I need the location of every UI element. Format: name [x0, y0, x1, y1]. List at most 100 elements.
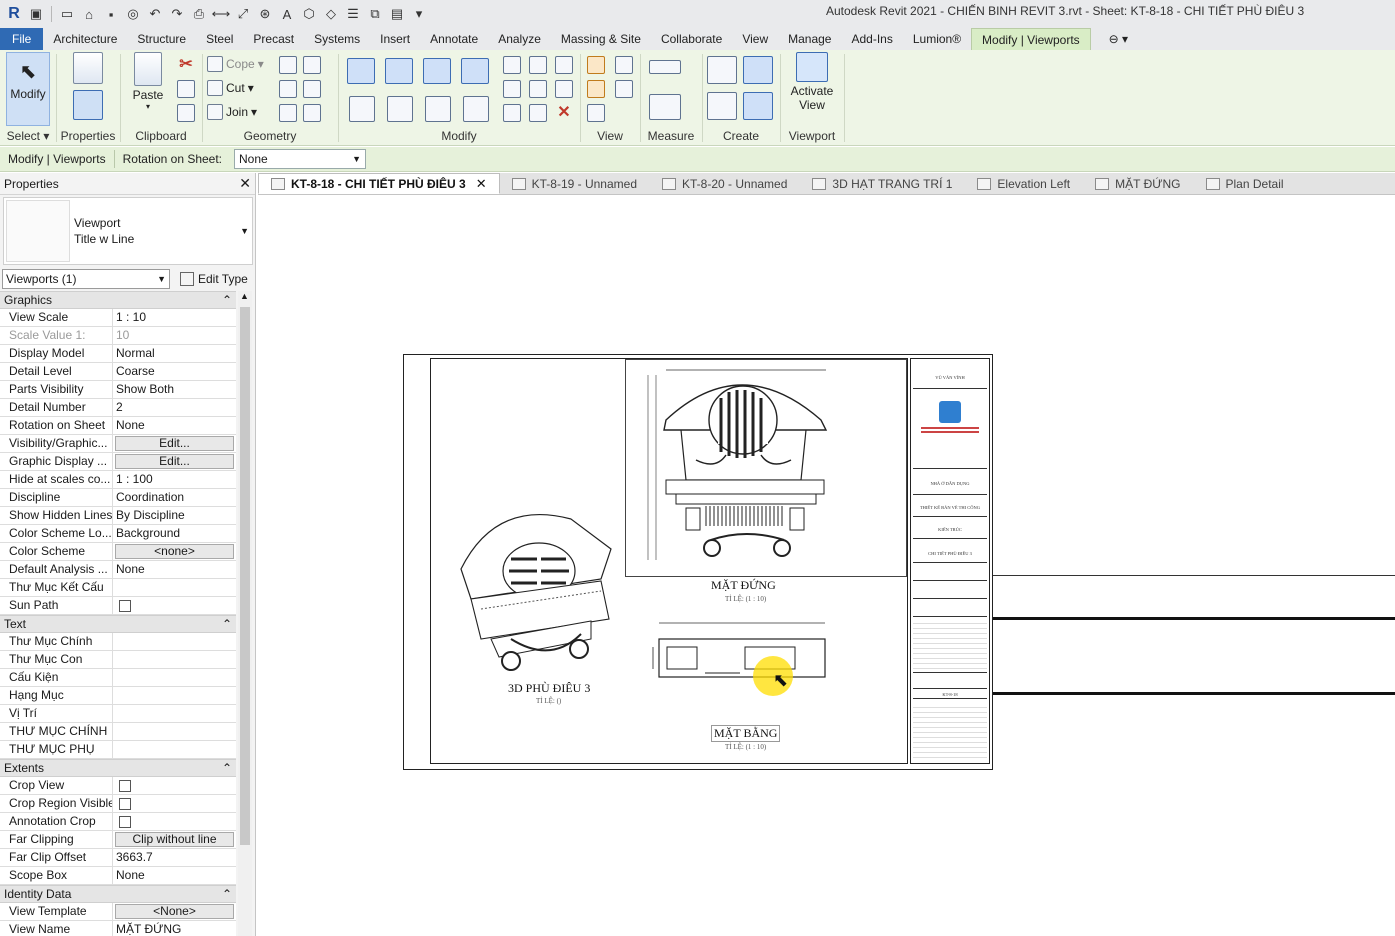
property-group-header[interactable]: Graphics ⌃	[0, 291, 236, 309]
aligned-dimension-icon[interactable]	[649, 94, 681, 120]
ribbon-tab-steel[interactable]: Steel	[196, 28, 243, 50]
close-hidden-icon[interactable]: ⧉	[365, 4, 385, 24]
create-parts-icon[interactable]	[707, 56, 737, 84]
property-value[interactable]	[113, 651, 236, 668]
property-value[interactable]	[113, 777, 236, 794]
properties-button[interactable]	[69, 90, 107, 122]
ribbon-tab-structure[interactable]: Structure	[127, 28, 196, 50]
scroll-up-icon[interactable]: ▲	[240, 291, 249, 301]
property-checkbox[interactable]	[119, 600, 131, 612]
ribbon-tab-precast[interactable]: Precast	[243, 28, 304, 50]
split-gap-icon[interactable]	[529, 56, 547, 74]
property-value-button[interactable]: <none>	[115, 544, 234, 559]
property-checkbox[interactable]	[119, 780, 131, 792]
ribbon-tab-systems[interactable]: Systems	[304, 28, 370, 50]
new-file-icon[interactable]: ▭	[57, 4, 77, 24]
measure-between-icon[interactable]	[649, 60, 681, 74]
property-value[interactable]: Normal	[113, 345, 236, 362]
ribbon-tab-file[interactable]: File	[0, 28, 44, 50]
collapse-icon[interactable]: ⌃	[222, 887, 232, 901]
view-tab[interactable]: Plan Detail	[1194, 173, 1297, 194]
property-value[interactable]: <none>	[113, 543, 236, 560]
trim-extend-icon[interactable]	[463, 96, 489, 122]
copy-icon[interactable]	[177, 80, 195, 98]
property-checkbox[interactable]	[119, 798, 131, 810]
revit-logo-icon[interactable]: R	[4, 4, 24, 24]
property-group-header[interactable]: Identity Data ⌃	[0, 885, 236, 903]
switch-windows-icon[interactable]: ▤	[387, 4, 407, 24]
ribbon-tab-architecture[interactable]: Architecture	[43, 28, 127, 50]
measure-icon[interactable]: ⟷	[211, 4, 231, 24]
property-value[interactable]: Background	[113, 525, 236, 542]
move-icon[interactable]	[349, 96, 375, 122]
property-value[interactable]: Edit...	[113, 435, 236, 452]
properties-scrollbar[interactable]: ▲	[238, 291, 252, 936]
collapse-icon[interactable]: ⌃	[222, 293, 232, 307]
edit-type-button[interactable]: Edit Type	[176, 269, 252, 289]
property-value[interactable]: <None>	[113, 903, 236, 920]
cope-button[interactable]: Cope ▾	[207, 56, 264, 72]
type-selector[interactable]: Viewport Title w Line ▼	[3, 197, 253, 265]
linework-icon[interactable]	[587, 80, 605, 98]
match-properties-icon[interactable]	[177, 104, 195, 122]
split-face-icon[interactable]	[279, 80, 297, 98]
cut-button[interactable]: Cut ▾	[207, 80, 254, 96]
dimension-icon[interactable]: ⤢	[233, 4, 253, 24]
cut-scissors-icon[interactable]: ✂	[177, 56, 195, 74]
create-group-icon[interactable]	[707, 92, 737, 120]
mirror-draw-icon[interactable]	[461, 58, 489, 84]
property-value[interactable]: MẶT ĐỨNG	[113, 921, 236, 936]
ribbon-tab-lumion[interactable]: Lumion®	[903, 28, 971, 50]
ribbon-tab-massing-site[interactable]: Massing & Site	[551, 28, 651, 50]
align-icon[interactable]	[279, 104, 297, 122]
array-icon[interactable]	[503, 80, 521, 98]
drawing-area[interactable]: 3D PHÙ ĐIÊU 3 TỈ LỆ: () MẶT ĐỨNG TỈ LỆ: …	[258, 196, 1395, 936]
view-tab[interactable]: 3D HẠT TRANG TRÍ 1	[800, 173, 965, 194]
property-value[interactable]: 3663.7	[113, 849, 236, 866]
property-value-button[interactable]: Edit...	[115, 454, 234, 469]
property-value[interactable]: Clip without line	[113, 831, 236, 848]
ribbon-tab-collaborate[interactable]: Collaborate	[651, 28, 732, 50]
open-folder-icon[interactable]: ⌂	[79, 4, 99, 24]
scale-icon[interactable]	[529, 80, 547, 98]
property-checkbox[interactable]	[119, 816, 131, 828]
collapse-icon[interactable]: ⌃	[222, 617, 232, 631]
ribbon-display-toggle-icon[interactable]: ⊖ ▾	[1099, 28, 1138, 50]
select-dropdown[interactable]: Select ▾	[0, 129, 56, 143]
unpin-icon[interactable]	[555, 56, 573, 74]
view-lines-icon[interactable]	[615, 80, 633, 98]
offset-icon[interactable]	[385, 58, 413, 84]
view-tab[interactable]: KT-8-18 - CHI TIẾT PHÙ ĐIÊU 3 ✕	[258, 173, 500, 194]
thin-lines-icon[interactable]: ☰	[343, 4, 363, 24]
print-icon[interactable]: ⎙	[189, 4, 209, 24]
property-value-button[interactable]: Clip without line	[115, 832, 234, 847]
property-value-button[interactable]: Edit...	[115, 436, 234, 451]
ribbon-tab-annotate[interactable]: Annotate	[420, 28, 488, 50]
split-icon[interactable]	[503, 56, 521, 74]
property-value[interactable]: None	[113, 417, 236, 434]
rotation-select[interactable]: None ▼	[234, 149, 367, 169]
property-value[interactable]: 2	[113, 399, 236, 416]
view-tab[interactable]: KT-8-19 - Unnamed	[500, 173, 650, 194]
ribbon-tab-insert[interactable]: Insert	[370, 28, 420, 50]
home-icon[interactable]: ▣	[26, 4, 46, 24]
instance-filter-select[interactable]: Viewports (1) ▼	[2, 269, 170, 289]
ribbon-tab-analyze[interactable]: Analyze	[488, 28, 551, 50]
viewport-elevation[interactable]	[625, 359, 907, 577]
undo-icon[interactable]: ↶	[145, 4, 165, 24]
create-assembly-icon[interactable]	[743, 56, 773, 84]
delete-icon[interactable]: ✕	[555, 104, 573, 122]
paste-button[interactable]: Paste ▾	[129, 52, 167, 111]
view-tab[interactable]: KT-8-20 - Unnamed	[650, 173, 800, 194]
wrench-icon[interactable]	[303, 104, 321, 122]
tag-icon[interactable]: ⊛	[255, 4, 275, 24]
save-icon[interactable]: ▪	[101, 4, 121, 24]
scrollbar-thumb[interactable]	[240, 307, 250, 845]
text-icon[interactable]: A	[277, 4, 297, 24]
trim-multiple-icon[interactable]	[503, 104, 521, 122]
property-value[interactable]	[113, 579, 236, 596]
redo-icon[interactable]: ↷	[167, 4, 187, 24]
reveal-icon[interactable]	[587, 104, 605, 122]
demolish-icon[interactable]	[279, 56, 297, 74]
mirror-axis-icon[interactable]	[423, 58, 451, 84]
